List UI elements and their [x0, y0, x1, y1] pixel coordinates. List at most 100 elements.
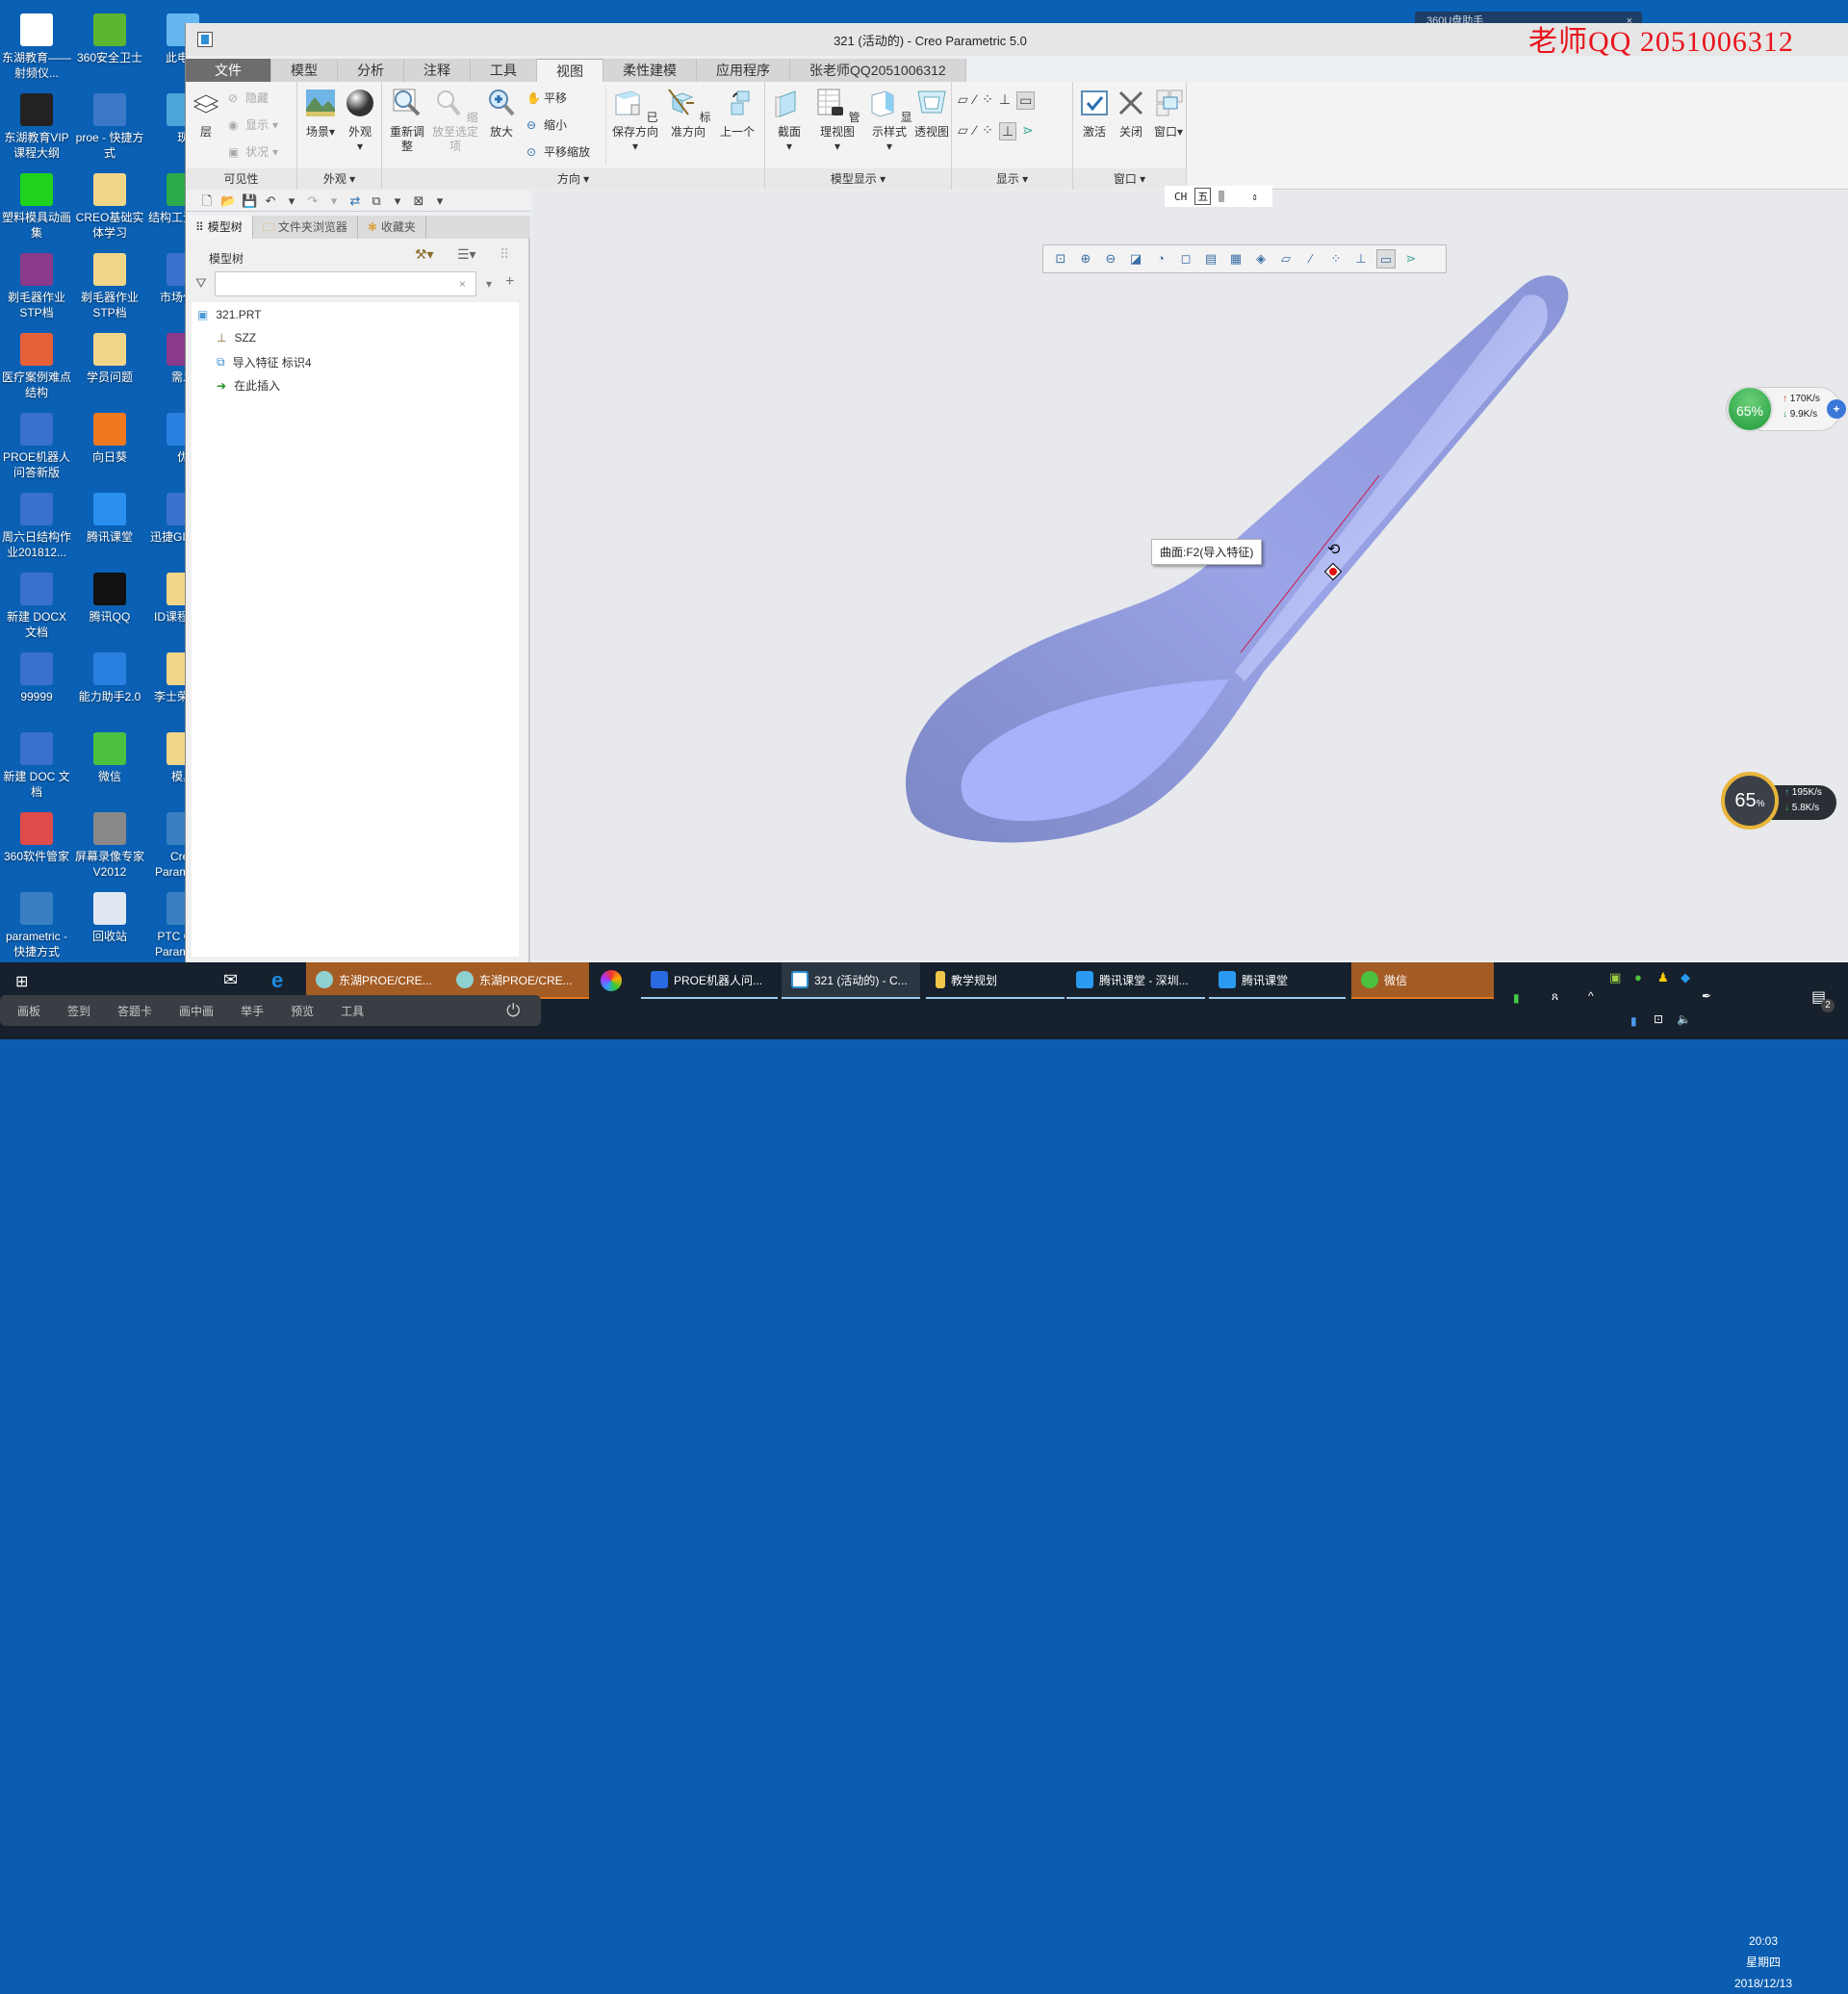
tab-view[interactable]: 视图 [537, 59, 603, 82]
customize-qat-icon[interactable]: ▾ [432, 193, 448, 209]
speed-ball-widget[interactable]: 65% ↑ 195K/s ↓ 5.8K/s [1721, 772, 1836, 830]
desktop-icon[interactable]: PROE机器人问答新版 [0, 413, 73, 480]
tree-settings-icon[interactable]: ⚒▾ [415, 246, 434, 263]
accelerate-plus-icon[interactable]: + [1827, 399, 1846, 419]
tab-folder-browser[interactable]: 🗀 文件夹浏览器 [253, 216, 358, 239]
desktop-icon[interactable]: 99999 [0, 652, 73, 704]
desktop-icon[interactable]: 360软件管家 [0, 812, 73, 864]
clock[interactable]: 20:03 星期四 2018/12/13 [1725, 1930, 1802, 1994]
display-style-button[interactable]: 显示样式 ▾ [865, 88, 913, 154]
perspective-button[interactable]: 透视图 [913, 88, 950, 140]
desktop-icon[interactable]: CREO基础实体学习 [73, 173, 146, 241]
desktop-icon[interactable]: 剃毛器作业STP档 [0, 253, 73, 320]
classroom-tools[interactable]: 工具 [341, 1003, 364, 1019]
scene-button[interactable]: 场景▾ [301, 88, 340, 140]
tab-annotate[interactable]: 注释 [404, 59, 471, 82]
desktop-icon[interactable]: 向日葵 [73, 413, 146, 465]
tree-item[interactable]: ⊥ SZZ [217, 331, 256, 345]
pan-zoom-button[interactable]: ⊙ 平移缩放 [526, 143, 590, 160]
tray-classroom-icon[interactable]: ◆ [1681, 970, 1690, 985]
hide-button[interactable]: ⊘ 隐藏 [228, 89, 269, 106]
tab-flexible-modeling[interactable]: 柔性建模 [603, 59, 697, 82]
desktop-icon[interactable]: 学员问题 [73, 333, 146, 385]
desktop-icon[interactable]: 周六日结构作业201812... [0, 493, 73, 560]
zoom-to-selected-button[interactable]: 缩放至选定项 [430, 88, 480, 154]
group-label-orientation[interactable]: 方向 ▾ [382, 168, 764, 190]
status-button[interactable]: ▣ 状况 ▾ [228, 143, 278, 160]
group-label-appearance[interactable]: 外观 ▾ [297, 168, 381, 190]
regenerate-icon[interactable]: ⇄ [347, 193, 363, 209]
zoom-in-button[interactable]: 放大 [482, 88, 521, 140]
ime-layout[interactable]: 五 [1194, 188, 1212, 205]
taskbar-item[interactable]: 东湖PROE/CRE... [306, 962, 447, 999]
group-label-show[interactable]: 显示 ▾ [952, 168, 1072, 190]
volume-icon[interactable]: 🔈 [1677, 1012, 1691, 1026]
tree-item[interactable]: ▣ 321.PRT [197, 308, 261, 321]
taskbar-item[interactable]: 腾讯课堂 [1209, 962, 1346, 999]
group-label-model-display[interactable]: 模型显示 ▾ [765, 168, 951, 190]
tray-app-icon[interactable]: ▣ [1609, 970, 1621, 985]
color-app-icon[interactable] [601, 970, 622, 991]
desktop-icon[interactable]: 微信 [73, 732, 146, 784]
taskbar-item[interactable]: 微信 [1351, 962, 1494, 999]
activate-button[interactable]: 激活 [1077, 88, 1112, 140]
close-model-icon[interactable]: ⊠ [411, 193, 426, 209]
network-icon[interactable]: ⊡ [1654, 1012, 1663, 1026]
windows-dropdown-button[interactable]: 窗口▾ [1150, 88, 1187, 140]
desktop-icon[interactable]: 腾讯QQ [73, 573, 146, 625]
taskbar-item[interactable]: 教学规划 [926, 962, 1065, 999]
tray-expand-icon[interactable]: ^ [1588, 989, 1594, 1003]
usb-drive-icon[interactable]: ▮ [1513, 991, 1520, 1005]
annotation-display-icon[interactable]: ▭ [1016, 91, 1036, 110]
desktop-icon[interactable]: 新建 DOC 文档 [0, 732, 73, 800]
csys-tag-icon[interactable]: ⊥ [998, 122, 1017, 141]
desktop-icon[interactable]: 能力助手2.0 [73, 652, 146, 704]
tray-wechat-icon[interactable]: ● [1634, 970, 1642, 984]
desktop-icon[interactable]: 东湖教育VIP课程大纲 [0, 93, 73, 161]
layer-button[interactable]: 层 [190, 88, 222, 140]
people-icon[interactable]: ጸ [1552, 989, 1558, 1004]
plane-tag-icon[interactable]: ▱ [958, 122, 968, 141]
classroom-answer-card[interactable]: 答题卡 [117, 1003, 152, 1019]
refit-button[interactable]: 重新调整 [386, 88, 428, 154]
desktop-icon[interactable]: 腾讯课堂 [73, 493, 146, 545]
start-windows-icon[interactable]: ⊞ [15, 972, 28, 991]
tree-item[interactable]: ➔ 在此插入 [217, 377, 280, 394]
point-display-icon[interactable]: ⁘ [982, 91, 993, 110]
show-button[interactable]: ◉ 显示 ▾ [228, 116, 278, 133]
pen-icon[interactable]: ✒ [1702, 989, 1711, 1003]
saved-orientations-button[interactable]: 已保存方向▾ [609, 88, 661, 154]
tab-model-tree[interactable]: ⠿ 模型树 [186, 216, 253, 239]
csys-display-icon[interactable]: ⊥ [999, 91, 1011, 110]
desktop-icon[interactable]: parametric - 快捷方式 [0, 892, 73, 959]
desktop-icon[interactable]: proe - 快捷方式 [73, 93, 146, 161]
previous-orientation-button[interactable]: 上一个 [715, 88, 759, 140]
section-button[interactable]: 截面 ▾ [769, 88, 809, 154]
tree-item[interactable]: ⧉ 导入特征 标识4 [217, 354, 312, 371]
axis-tag-icon[interactable]: ⁄ [974, 122, 976, 141]
tab-custom-qq[interactable]: 张老师QQ2051006312 [790, 59, 966, 82]
classroom-pip[interactable]: 画中画 [179, 1003, 214, 1019]
tab-file[interactable]: 文件 [186, 59, 271, 82]
desktop-icon[interactable]: 东湖教育——射频仪... [0, 13, 73, 81]
open-folder-icon[interactable]: 📂 [220, 193, 236, 209]
tab-analysis[interactable]: 分析 [338, 59, 404, 82]
close-window-button[interactable]: 关闭 [1114, 88, 1148, 140]
classroom-raise-hand[interactable]: 举手 [241, 1003, 264, 1019]
redo-icon[interactable]: ↷ [305, 193, 321, 209]
graphics-area[interactable]: ⊡ ⊕ ⊖ ◪ ◔ ◻ ▤ ▦ ◈ ▱ ⁄ ⁘ ⊥ ▭ ⋗ ⟲ [532, 191, 1848, 960]
axis-display-icon[interactable]: ⁄ [974, 91, 976, 110]
ime-mode[interactable]: CH [1174, 191, 1187, 203]
search-dropdown-icon[interactable]: ▾ [486, 277, 492, 291]
redo-dropdown-icon[interactable]: ▾ [326, 193, 342, 209]
tree-filter-display-icon[interactable]: ⠿ [500, 246, 509, 263]
taskbar-item[interactable]: 腾讯课堂 - 深圳... [1066, 962, 1205, 999]
desktop-icon[interactable]: 屏幕录像专家V2012 [73, 812, 146, 880]
undo-dropdown-icon[interactable]: ▾ [284, 193, 299, 209]
windows-switch-icon[interactable]: ⧉ [369, 193, 384, 209]
mail-icon[interactable]: ✉ [223, 970, 238, 990]
desktop-icon[interactable]: 回收站 [73, 892, 146, 944]
tree-columns-icon[interactable]: ☰▾ [457, 246, 476, 263]
classroom-preview[interactable]: 预览 [291, 1003, 314, 1019]
edge-browser-icon[interactable]: e [271, 968, 283, 993]
